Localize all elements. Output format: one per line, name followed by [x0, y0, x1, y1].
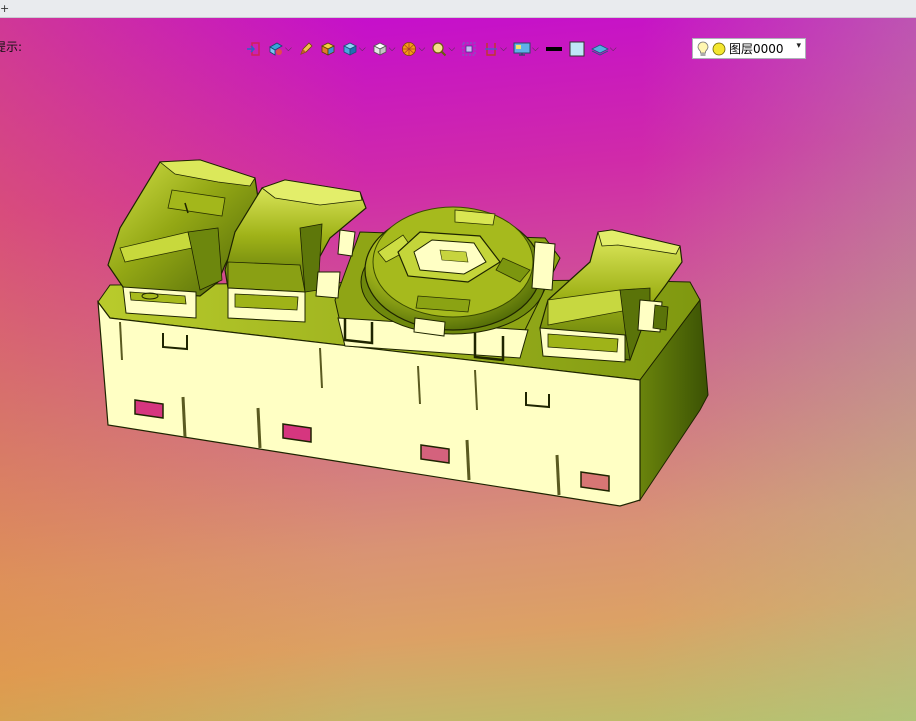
line-color-button[interactable]: [545, 39, 563, 59]
left-cap-base: [122, 286, 197, 319]
center-rotary-dial[interactable]: [360, 206, 546, 337]
pencil-icon: [300, 42, 313, 55]
zoom-fit-button[interactable]: [461, 39, 477, 59]
chevron-down-icon: ⌵: [285, 43, 292, 54]
exit-sketch-button[interactable]: [246, 39, 262, 59]
layer-plane-button[interactable]: ⌵: [590, 39, 617, 59]
display-monitor-icon: [513, 42, 531, 56]
pencil-button[interactable]: [298, 39, 314, 59]
command-prompt-label: 提示:: [0, 40, 23, 54]
view-orient-button[interactable]: ⌵: [268, 39, 292, 59]
face-color-icon: [569, 41, 585, 57]
corner-glyph: +: [0, 2, 10, 15]
3d-viewport[interactable]: 提示: ⌵ ⌵ ⌵ ⌵ ⌵ ⌵ ⌵ ⌵ 图层0000 ▾: [0, 18, 916, 721]
layer-selector-dropdown[interactable]: 图层0000 ▾: [692, 38, 806, 59]
view-orient-icon: [269, 42, 283, 56]
chevron-down-icon: ⌵: [609, 43, 617, 54]
chevron-down-icon: ⌵: [388, 43, 396, 54]
chevron-down-icon: ⌵: [448, 43, 456, 54]
cad-application-window: + 提示: ⌵ ⌵ ⌵ ⌵ ⌵ ⌵ ⌵ ⌵ 图层0000 ▾: [0, 0, 916, 721]
exit-sketch-icon: [247, 42, 260, 56]
zoom-fit-icon: [462, 42, 476, 56]
section-view-button[interactable]: ⌵: [483, 39, 507, 59]
chevron-down-icon: ⌵: [358, 43, 366, 54]
cube-white-button[interactable]: ⌵: [372, 39, 396, 59]
title-bar: +: [0, 0, 916, 18]
shaded-solid-button[interactable]: [320, 39, 336, 59]
render-sphere-icon: [402, 42, 417, 56]
display-monitor-button[interactable]: ⌵: [513, 39, 539, 59]
cube-white-icon: [372, 42, 387, 56]
zoom-icon: [432, 42, 447, 57]
chevron-down-icon: ⌵: [500, 43, 507, 54]
chevron-down-icon: ⌵: [418, 43, 426, 54]
cube-blue-button[interactable]: ⌵: [342, 39, 366, 59]
chevron-down-icon: ⌵: [531, 43, 539, 54]
cube-blue-icon: [342, 42, 357, 56]
line-color-icon: [545, 47, 562, 51]
view-toolbar: ⌵ ⌵ ⌵ ⌵ ⌵ ⌵ ⌵ ⌵: [246, 38, 623, 60]
layer-plane-icon: [590, 44, 609, 56]
layer-name-label: 图层0000: [729, 42, 784, 56]
render-sphere-button[interactable]: ⌵: [401, 39, 425, 59]
shaded-solid-icon: [320, 42, 335, 56]
lightbulb-icon[interactable]: [697, 41, 709, 57]
layer-color-dot-icon[interactable]: [712, 42, 726, 56]
switch-housing-3d-model[interactable]: [0, 18, 916, 721]
section-view-icon: [485, 43, 498, 56]
zoom-button[interactable]: ⌵: [431, 39, 455, 59]
face-color-button[interactable]: [569, 39, 585, 59]
dropdown-arrow-icon[interactable]: ▾: [796, 41, 801, 51]
